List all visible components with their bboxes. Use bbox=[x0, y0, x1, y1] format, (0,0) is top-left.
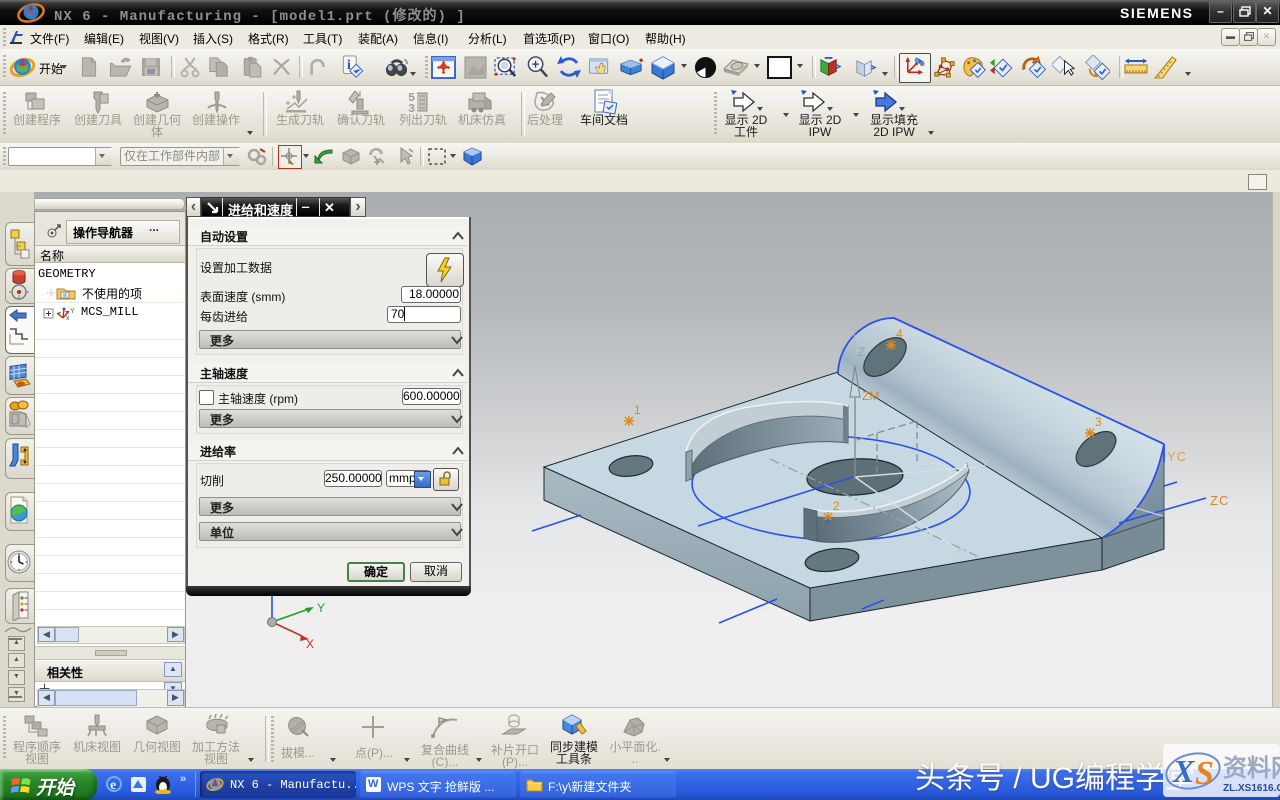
svg-text:Y: Y bbox=[981, 456, 989, 470]
svg-text:YC: YC bbox=[1167, 449, 1187, 464]
svg-text:Y: Y bbox=[70, 308, 75, 315]
svg-text:X: X bbox=[1172, 753, 1195, 789]
svg-text:ZL.XS1616.COM: ZL.XS1616.COM bbox=[1223, 783, 1280, 794]
svg-text:XC: XC bbox=[1122, 489, 1142, 504]
svg-text:3: 3 bbox=[1095, 415, 1102, 429]
svg-text:2: 2 bbox=[833, 499, 840, 513]
svg-text:S: S bbox=[1195, 755, 1214, 792]
svg-text:资料网: 资料网 bbox=[1223, 755, 1280, 782]
svg-text:Y: Y bbox=[317, 601, 325, 615]
svg-text:e: e bbox=[110, 778, 116, 793]
svg-text:ZC: ZC bbox=[1210, 493, 1229, 508]
svg-text:x: x bbox=[66, 315, 70, 321]
svg-text:1: 1 bbox=[634, 403, 641, 417]
svg-text:Z: Z bbox=[858, 345, 865, 359]
svg-text:ZM: ZM bbox=[862, 389, 879, 403]
svg-text:X: X bbox=[306, 637, 314, 651]
svg-text:X: X bbox=[955, 545, 963, 559]
svg-text:4: 4 bbox=[896, 327, 903, 341]
